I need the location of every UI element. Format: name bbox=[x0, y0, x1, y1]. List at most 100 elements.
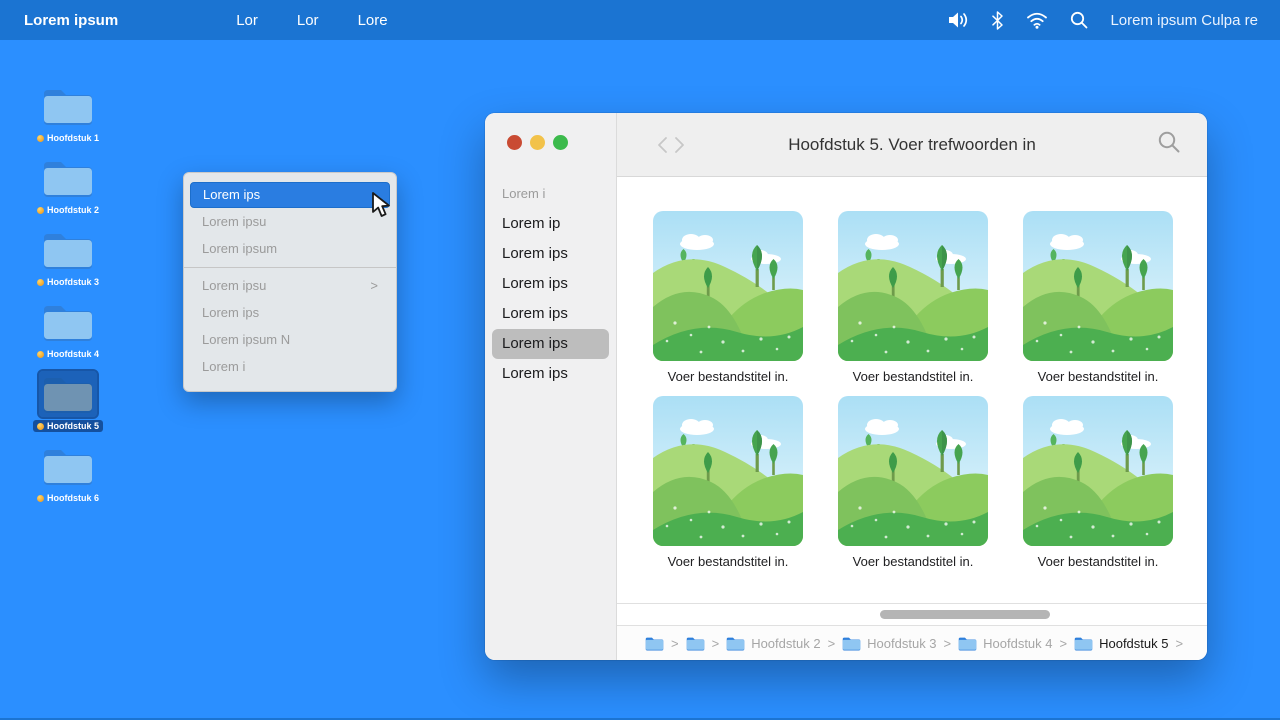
desktop-folder[interactable]: Hoofdstuk 4 bbox=[28, 299, 108, 360]
breadcrumb-item[interactable] bbox=[686, 636, 705, 651]
context-menu-item[interactable]: Lorem ips bbox=[190, 300, 390, 326]
scrollbar-thumb[interactable] bbox=[880, 610, 1050, 619]
file-thumbnail[interactable] bbox=[653, 396, 803, 546]
minimize-button[interactable] bbox=[530, 135, 545, 150]
breadcrumb-separator-icon: > bbox=[712, 636, 720, 651]
window-title: Hoofdstuk 5. Voer trefwoorden in bbox=[617, 135, 1207, 155]
file-thumbnail[interactable] bbox=[653, 211, 803, 361]
forward-icon[interactable] bbox=[674, 136, 685, 154]
breadcrumb-item[interactable]: Hoofdstuk 2 bbox=[726, 636, 820, 651]
menu-bar: Lorem ipsum LorLorLore Lorem ips bbox=[0, 0, 1280, 40]
sidebar-item[interactable]: Lorem ips bbox=[492, 299, 609, 329]
file-thumbnail[interactable] bbox=[1023, 211, 1173, 361]
context-menu-item[interactable]: Lorem i bbox=[190, 354, 390, 380]
breadcrumb-label: Hoofdstuk 4 bbox=[983, 636, 1052, 651]
desktop-folder[interactable]: Hoofdstuk 6 bbox=[28, 443, 108, 504]
folder-icon bbox=[39, 155, 97, 201]
file-caption: Voer bestandstitel in. bbox=[838, 369, 988, 384]
desktop-folder[interactable]: Hoofdstuk 1 bbox=[28, 83, 108, 144]
menu-item[interactable]: Lor bbox=[291, 8, 325, 33]
menu-item[interactable]: Lore bbox=[352, 8, 394, 33]
traffic-lights bbox=[507, 135, 616, 150]
folder-label: Hoofdstuk 2 bbox=[33, 204, 103, 216]
sidebar-section-header: Lorem i bbox=[485, 180, 616, 209]
breadcrumb-folder-icon bbox=[1074, 636, 1093, 651]
context-menu-item[interactable]: Lorem ipsum N bbox=[190, 327, 390, 353]
breadcrumb-label: Hoofdstuk 5 bbox=[1099, 636, 1168, 651]
app-title: Lorem ipsum bbox=[24, 12, 118, 29]
file-caption: Voer bestandstitel in. bbox=[1023, 554, 1173, 569]
folder-icon bbox=[42, 86, 94, 126]
sidebar-list: Lorem i Lorem ipLorem ipsLorem ipsLorem … bbox=[485, 180, 616, 389]
breadcrumb-separator-icon: > bbox=[1060, 636, 1068, 651]
breadcrumb-separator-icon: > bbox=[671, 636, 679, 651]
breadcrumb-folder-icon bbox=[686, 636, 705, 651]
file-card[interactable]: Voer bestandstitel in. bbox=[838, 211, 988, 384]
breadcrumb-folder-icon bbox=[726, 636, 745, 651]
folder-label: Hoofdstuk 1 bbox=[33, 132, 103, 144]
sidebar-item[interactable]: Lorem ips bbox=[492, 329, 609, 359]
nav-buttons bbox=[657, 136, 685, 154]
file-caption: Voer bestandstitel in. bbox=[1023, 369, 1173, 384]
context-menu-item[interactable]: Lorem ipsu bbox=[190, 209, 390, 235]
file-thumbnail[interactable] bbox=[1023, 396, 1173, 546]
context-menu-item[interactable]: Lorem ipsu> bbox=[190, 273, 390, 299]
window-main: Hoofdstuk 5. Voer trefwoorden in bbox=[617, 113, 1207, 660]
breadcrumb-label: Hoofdstuk 2 bbox=[751, 636, 820, 651]
breadcrumb-separator-icon: > bbox=[1175, 636, 1183, 651]
breadcrumb-folder-icon bbox=[958, 636, 977, 651]
close-button[interactable] bbox=[507, 135, 522, 150]
horizontal-scrollbar bbox=[617, 603, 1207, 625]
status-area: Lorem ipsum Culpa re bbox=[947, 11, 1258, 30]
file-thumbnail[interactable] bbox=[838, 396, 988, 546]
breadcrumb-separator-icon: > bbox=[944, 636, 952, 651]
bluetooth-icon[interactable] bbox=[991, 11, 1004, 30]
breadcrumb-bar: > > Hoofdstuk 2 > Hoofdstuk 3 > Hoofdstuk … bbox=[617, 625, 1207, 660]
search-icon[interactable] bbox=[1070, 11, 1088, 29]
folder-label: Hoofdstuk 4 bbox=[33, 348, 103, 360]
menu-item[interactable]: Lor bbox=[230, 8, 264, 33]
file-caption: Voer bestandstitel in. bbox=[838, 554, 988, 569]
sidebar-item[interactable]: Lorem ip bbox=[492, 209, 609, 239]
context-menu-item[interactable]: Lorem ips bbox=[190, 182, 390, 208]
status-text: Lorem ipsum Culpa re bbox=[1110, 12, 1258, 29]
breadcrumb-item[interactable] bbox=[645, 636, 664, 651]
file-card[interactable]: Voer bestandstitel in. bbox=[1023, 396, 1173, 569]
folder-icon bbox=[39, 443, 97, 489]
folder-badge-icon bbox=[37, 279, 44, 286]
back-icon[interactable] bbox=[657, 136, 668, 154]
sidebar-item[interactable]: Lorem ips bbox=[492, 269, 609, 299]
folder-badge-icon bbox=[37, 423, 44, 430]
folder-label: Hoofdstuk 3 bbox=[33, 276, 103, 288]
window-sidebar: Lorem i Lorem ipLorem ipsLorem ipsLorem … bbox=[485, 113, 617, 660]
file-card[interactable]: Voer bestandstitel in. bbox=[653, 211, 803, 384]
window-titlebar: Hoofdstuk 5. Voer trefwoorden in bbox=[617, 113, 1207, 177]
titlebar-search-icon[interactable] bbox=[1157, 130, 1181, 159]
context-menu-item[interactable]: Lorem ipsum bbox=[190, 236, 390, 262]
breadcrumb-item[interactable]: Hoofdstuk 3 bbox=[842, 636, 936, 651]
folder-badge-icon bbox=[37, 135, 44, 142]
folder-badge-icon bbox=[37, 351, 44, 358]
breadcrumb-item[interactable]: Hoofdstuk 5 bbox=[1074, 636, 1168, 651]
desktop-folder[interactable]: Hoofdstuk 2 bbox=[28, 155, 108, 216]
file-thumbnail[interactable] bbox=[838, 211, 988, 361]
zoom-button[interactable] bbox=[553, 135, 568, 150]
folder-icon bbox=[39, 227, 97, 273]
desktop-folder[interactable]: Hoofdstuk 3 bbox=[28, 227, 108, 288]
wifi-icon[interactable] bbox=[1026, 12, 1048, 29]
breadcrumb-item[interactable]: Hoofdstuk 4 bbox=[958, 636, 1052, 651]
file-grid: Voer bestandstitel in. bbox=[617, 177, 1207, 603]
volume-icon[interactable] bbox=[947, 11, 969, 29]
folder-label: Hoofdstuk 5 bbox=[33, 420, 103, 432]
folder-icon bbox=[42, 230, 94, 270]
file-card[interactable]: Voer bestandstitel in. bbox=[1023, 211, 1173, 384]
cursor-icon bbox=[370, 192, 396, 224]
desktop-folder[interactable]: Hoofdstuk 5 bbox=[28, 371, 108, 432]
file-caption: Voer bestandstitel in. bbox=[653, 554, 803, 569]
menu-divider bbox=[184, 267, 396, 268]
sidebar-item[interactable]: Lorem ips bbox=[492, 359, 609, 389]
sidebar-item[interactable]: Lorem ips bbox=[492, 239, 609, 269]
file-card[interactable]: Voer bestandstitel in. bbox=[653, 396, 803, 569]
file-card[interactable]: Voer bestandstitel in. bbox=[838, 396, 988, 569]
file-caption: Voer bestandstitel in. bbox=[653, 369, 803, 384]
